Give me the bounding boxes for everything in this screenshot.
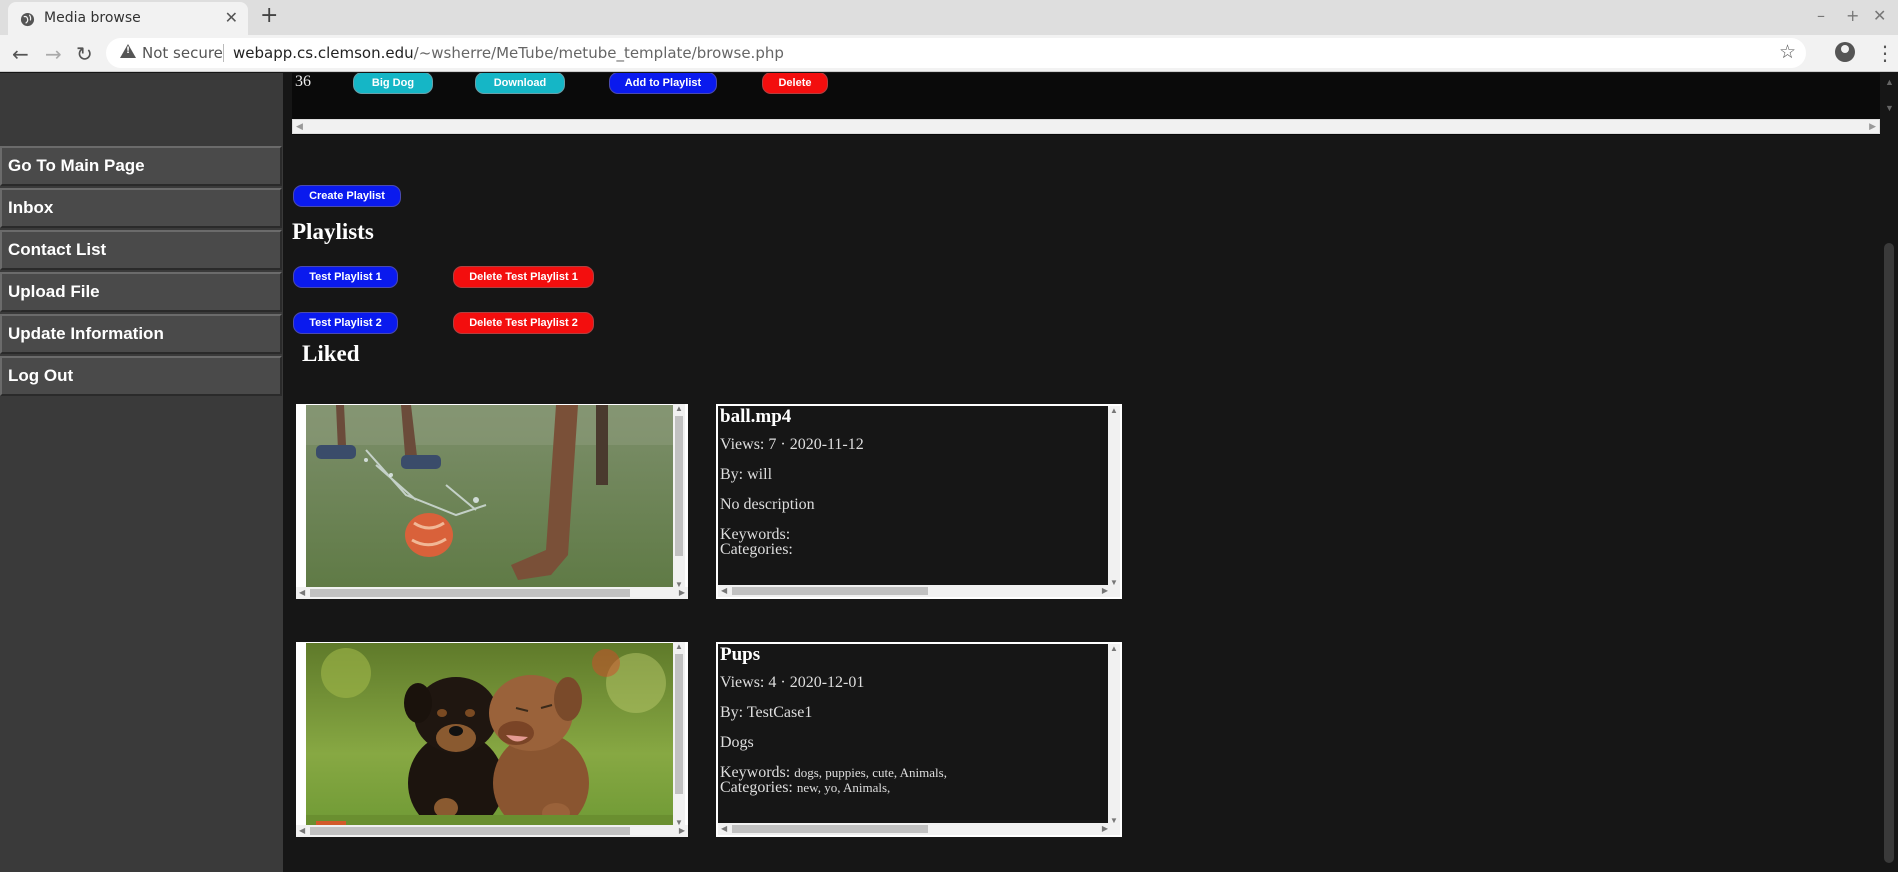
media-description: Dogs (720, 734, 754, 751)
media-info-panel: ball.mp4 Views: 7 · 2020-11-12 By: will … (716, 404, 1122, 599)
puppies-thumbnail (306, 643, 676, 828)
categories-label: Categories: (720, 541, 793, 558)
sidebar-item-contact-list[interactable]: Contact List (0, 230, 282, 270)
minimize-button[interactable]: – (1817, 6, 1825, 25)
browser-toolbar: ← → ↻ Not secure webapp.cs.clemson.edu/~… (0, 35, 1898, 72)
scrollbar-thumb[interactable] (732, 587, 928, 595)
sidebar-item-log-out[interactable]: Log Out (0, 356, 282, 396)
playlists-heading: Playlists (292, 219, 374, 244)
bookmark-star-icon[interactable]: ☆ (1779, 41, 1796, 63)
reload-icon[interactable]: ↻ (76, 42, 93, 66)
info-horizontal-scrollbar[interactable]: ◀ ▶ (718, 585, 1120, 597)
scroll-down-arrow-icon[interactable]: ▼ (1885, 103, 1894, 113)
delete-playlist-button-2[interactable]: Delete Test Playlist 2 (453, 312, 594, 334)
sidebar-item-upload-file[interactable]: Upload File (0, 272, 282, 312)
scroll-right-arrow-icon[interactable]: ▶ (1869, 121, 1876, 132)
menu-kebab-icon[interactable]: ⋮ (1875, 41, 1895, 65)
thumbnail-horizontal-scrollbar[interactable]: ◀ ▶ (296, 587, 688, 599)
divider (223, 44, 224, 62)
playlist-button-1[interactable]: Test Playlist 1 (293, 266, 398, 288)
thumbnail-vertical-scrollbar[interactable]: ▲ ▼ (673, 642, 685, 827)
scroll-left-arrow-icon[interactable]: ◀ (721, 824, 727, 833)
scroll-left-arrow-icon[interactable]: ◀ (721, 586, 727, 595)
categories-value: new, yo, Animals, (796, 780, 891, 795)
scroll-right-arrow-icon[interactable]: ▶ (1102, 824, 1108, 833)
sidebar-item-inbox[interactable]: Inbox (0, 188, 282, 228)
add-to-playlist-button[interactable]: Add to Playlist (609, 73, 717, 94)
globe-icon (20, 12, 35, 27)
categories-label: Categories: (720, 779, 793, 796)
media-views: Views: 7 · 2020-11-12 (720, 436, 864, 453)
scroll-right-arrow-icon[interactable]: ▶ (679, 826, 685, 835)
tab-close-icon[interactable]: ✕ (225, 8, 238, 27)
page-vertical-scrollbar[interactable]: ▲ ▼ (1880, 73, 1898, 872)
media-title-button[interactable]: Big Dog (353, 73, 433, 94)
create-playlist-button[interactable]: Create Playlist (293, 185, 401, 207)
scrollbar-thumb[interactable] (675, 654, 683, 794)
ball-video-thumbnail (306, 405, 676, 590)
playlist-button-2[interactable]: Test Playlist 2 (293, 312, 398, 334)
scroll-up-arrow-icon[interactable]: ▲ (1885, 77, 1894, 87)
sidebar-item-main-page[interactable]: Go To Main Page (0, 146, 282, 186)
media-thumbnail-frame: ▲ ▼ ◀ ▶ (296, 404, 688, 599)
address-bar[interactable]: Not secure webapp.cs.clemson.edu/~wsherr… (106, 38, 1806, 68)
thumbnail-horizontal-scrollbar[interactable]: ◀ ▶ (296, 825, 688, 837)
close-window-button[interactable]: ✕ (1873, 6, 1886, 25)
scroll-up-arrow-icon[interactable]: ▲ (1110, 406, 1118, 415)
media-author: By: will (720, 466, 773, 483)
new-tab-button[interactable]: + (260, 3, 278, 28)
media-views: Views: 4 · 2020-12-01 (720, 674, 865, 691)
maximize-button[interactable]: + (1846, 6, 1859, 25)
scrollbar-thumb[interactable] (310, 589, 630, 597)
back-icon[interactable]: ← (12, 42, 29, 66)
media-title[interactable]: ball.mp4 (720, 406, 791, 428)
scrollbar-thumb[interactable] (732, 825, 928, 833)
download-button[interactable]: Download (475, 73, 565, 94)
url-text: webapp.cs.clemson.edu/~wsherre/MeTube/me… (233, 44, 784, 62)
media-description: No description (720, 496, 815, 513)
info-vertical-scrollbar[interactable]: ▲ ▼ (1108, 406, 1120, 587)
scroll-right-arrow-icon[interactable]: ▶ (679, 588, 685, 597)
scroll-left-arrow-icon[interactable]: ◀ (296, 121, 303, 132)
account-icon[interactable] (1835, 42, 1855, 62)
browser-tab[interactable]: Media browse ✕ (8, 2, 248, 35)
media-info-panel: Pups Views: 4 · 2020-12-01 By: TestCase1… (716, 642, 1122, 837)
media-categories: Categories: new, yo, Animals, (720, 779, 890, 797)
scrollbar-thumb[interactable] (675, 416, 683, 556)
forward-icon[interactable]: → (45, 42, 62, 66)
liked-heading: Liked (302, 341, 360, 366)
scrollbar-thumb[interactable] (1884, 243, 1894, 863)
info-horizontal-scrollbar[interactable]: ◀ ▶ (718, 823, 1120, 835)
scroll-left-arrow-icon[interactable]: ◀ (299, 588, 305, 597)
media-author: By: TestCase1 (720, 704, 813, 721)
url-host: webapp.cs.clemson.edu (233, 44, 414, 62)
tab-title: Media browse (44, 10, 141, 26)
horizontal-scrollbar[interactable]: ◀ ▶ (292, 119, 1880, 134)
scrollbar-thumb[interactable] (310, 827, 630, 835)
sidebar-item-update-information[interactable]: Update Information (0, 314, 282, 354)
thumbnail-vertical-scrollbar[interactable]: ▲ ▼ (673, 404, 685, 589)
keywords-value: dogs, puppies, cute, Animals, (794, 765, 947, 780)
browser-tabstrip: Media browse ✕ + – + ✕ (0, 0, 1898, 35)
scroll-left-arrow-icon[interactable]: ◀ (299, 826, 305, 835)
security-label: Not secure (142, 44, 223, 62)
scroll-up-arrow-icon[interactable]: ▲ (1110, 644, 1118, 653)
warning-icon (120, 44, 136, 58)
scroll-up-arrow-icon[interactable]: ▲ (675, 404, 683, 413)
info-vertical-scrollbar[interactable]: ▲ ▼ (1108, 644, 1120, 825)
scroll-up-arrow-icon[interactable]: ▲ (675, 642, 683, 651)
url-path: /~wsherre/MeTube/metube_template/browse.… (413, 44, 784, 62)
delete-playlist-button-1[interactable]: Delete Test Playlist 1 (453, 266, 594, 288)
media-thumbnail-frame: ▲ ▼ ◀ ▶ (296, 642, 688, 837)
media-row-number: 36 (295, 73, 311, 90)
page-viewport: Go To Main Page Inbox Contact List Uploa… (0, 73, 1898, 872)
sidebar: Go To Main Page Inbox Contact List Uploa… (0, 73, 283, 872)
delete-button[interactable]: Delete (762, 73, 828, 94)
media-thumbnail[interactable] (306, 643, 676, 828)
scroll-right-arrow-icon[interactable]: ▶ (1102, 586, 1108, 595)
media-categories: Categories: (720, 541, 793, 559)
media-thumbnail[interactable] (306, 405, 676, 590)
media-title[interactable]: Pups (720, 644, 760, 666)
